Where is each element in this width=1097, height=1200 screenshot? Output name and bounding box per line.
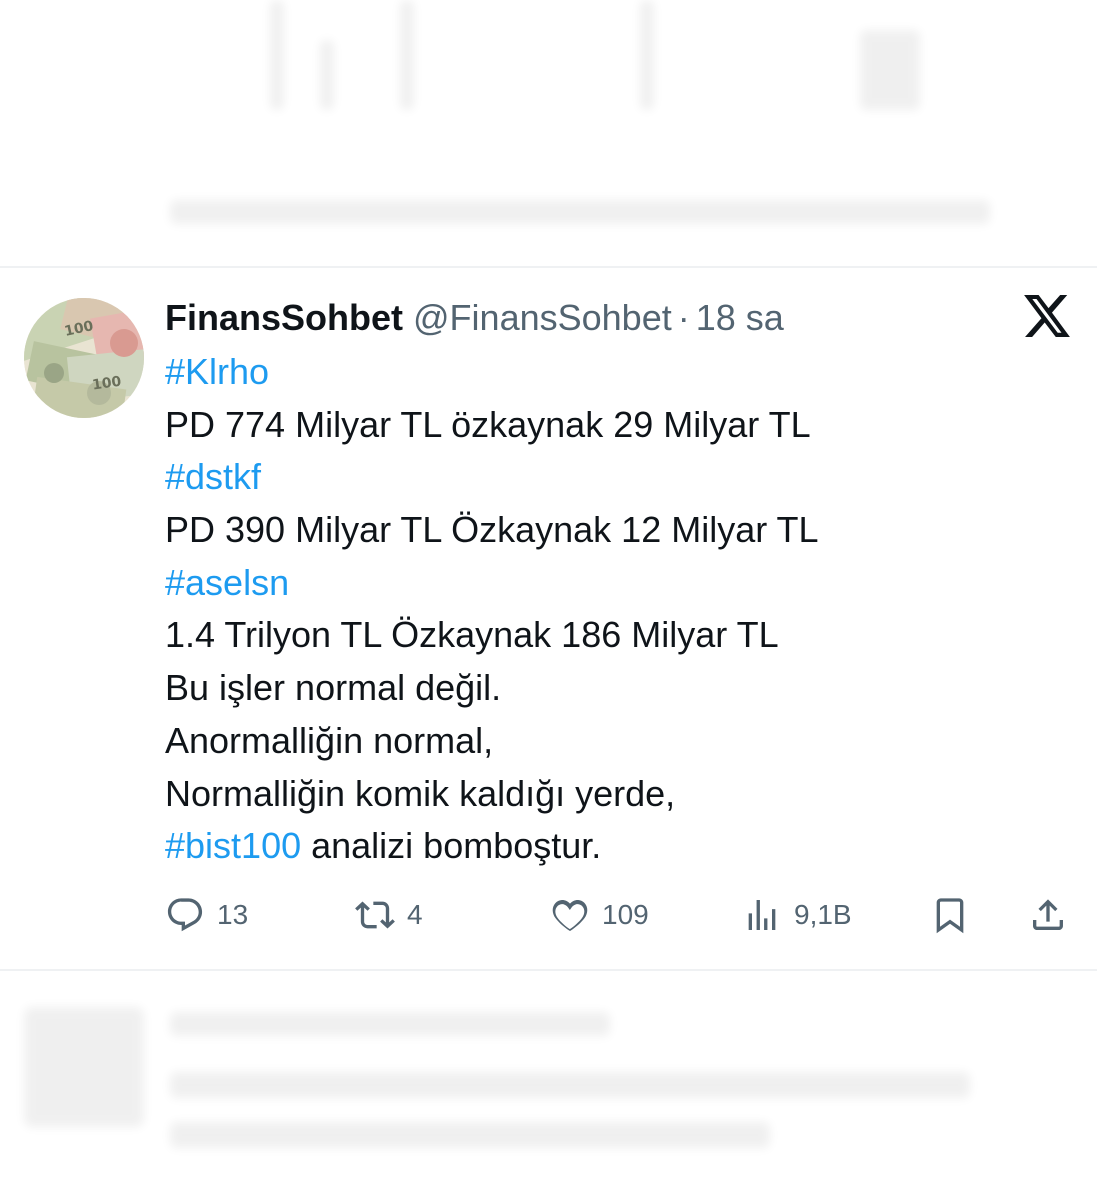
reply-button[interactable]: 13 <box>165 890 248 940</box>
tweet-text-line: Bu işler normal değil. <box>165 667 502 709</box>
heart-icon <box>552 899 588 931</box>
reply-icon <box>167 898 203 932</box>
hashtag-link[interactable]: #Klrho <box>165 346 1065 399</box>
tweet-text-line: PD 390 Milyar TL Özkaynak 12 Milyar TL <box>165 509 819 551</box>
hashtag-link[interactable]: #bist100 <box>165 825 301 866</box>
views-icon <box>748 900 776 930</box>
tweet-text-line: Normalliğin komik kaldığı yerde, <box>165 772 676 814</box>
reply-count: 13 <box>217 899 249 930</box>
x-logo-icon[interactable] <box>1024 295 1070 337</box>
tweet-timestamp[interactable]: 18 sa <box>696 297 784 338</box>
views-button[interactable]: 9,1B <box>742 890 852 940</box>
tweet-text-line: PD 774 Milyar TL özkaynak 29 Milyar TL <box>165 403 811 445</box>
hashtag-link[interactable]: #dstkf <box>165 451 1065 504</box>
retweet-count: 4 <box>407 899 423 930</box>
user-handle[interactable]: @FinansSohbet <box>413 297 672 338</box>
like-button[interactable]: 109 <box>550 890 649 940</box>
share-icon <box>1033 899 1063 930</box>
display-name[interactable]: FinansSohbet <box>165 297 403 338</box>
like-count: 109 <box>602 899 649 930</box>
hashtag-link[interactable]: #aselsn <box>165 557 1065 610</box>
tweet-actions: 13 4 109 9,1B <box>0 890 1097 940</box>
header-separator: · <box>677 297 690 338</box>
divider-bottom <box>0 969 1097 971</box>
avatar[interactable]: 100 100 <box>24 298 144 418</box>
tweet-header: FinansSohbet @FinansSohbet · 18 sa <box>165 294 784 342</box>
tweet-text-line-mixed: #bist100 analizi bomboştur. <box>165 820 1065 873</box>
avatar-banknotes-image: 100 100 <box>24 298 144 418</box>
tweet-text-fragment: analizi bomboştur. <box>301 825 602 867</box>
tweet-text-line: Anormalliğin normal, <box>165 719 494 761</box>
bookmark-icon <box>936 898 964 934</box>
bookmark-button[interactable] <box>930 890 970 940</box>
next-tweet-faded <box>0 972 1097 1200</box>
tweet-text: #Klrho PD 774 Milyar TL özkaynak 29 Mily… <box>165 346 1065 873</box>
tweet-text-line: 1.4 Trilyon TL Özkaynak 186 Milyar TL <box>165 614 779 656</box>
retweet-button[interactable]: 4 <box>355 890 423 940</box>
retweet-icon <box>355 901 395 929</box>
previous-tweet-faded <box>0 0 1097 266</box>
share-button[interactable] <box>1028 890 1068 940</box>
views-count: 9,1B <box>794 899 852 930</box>
